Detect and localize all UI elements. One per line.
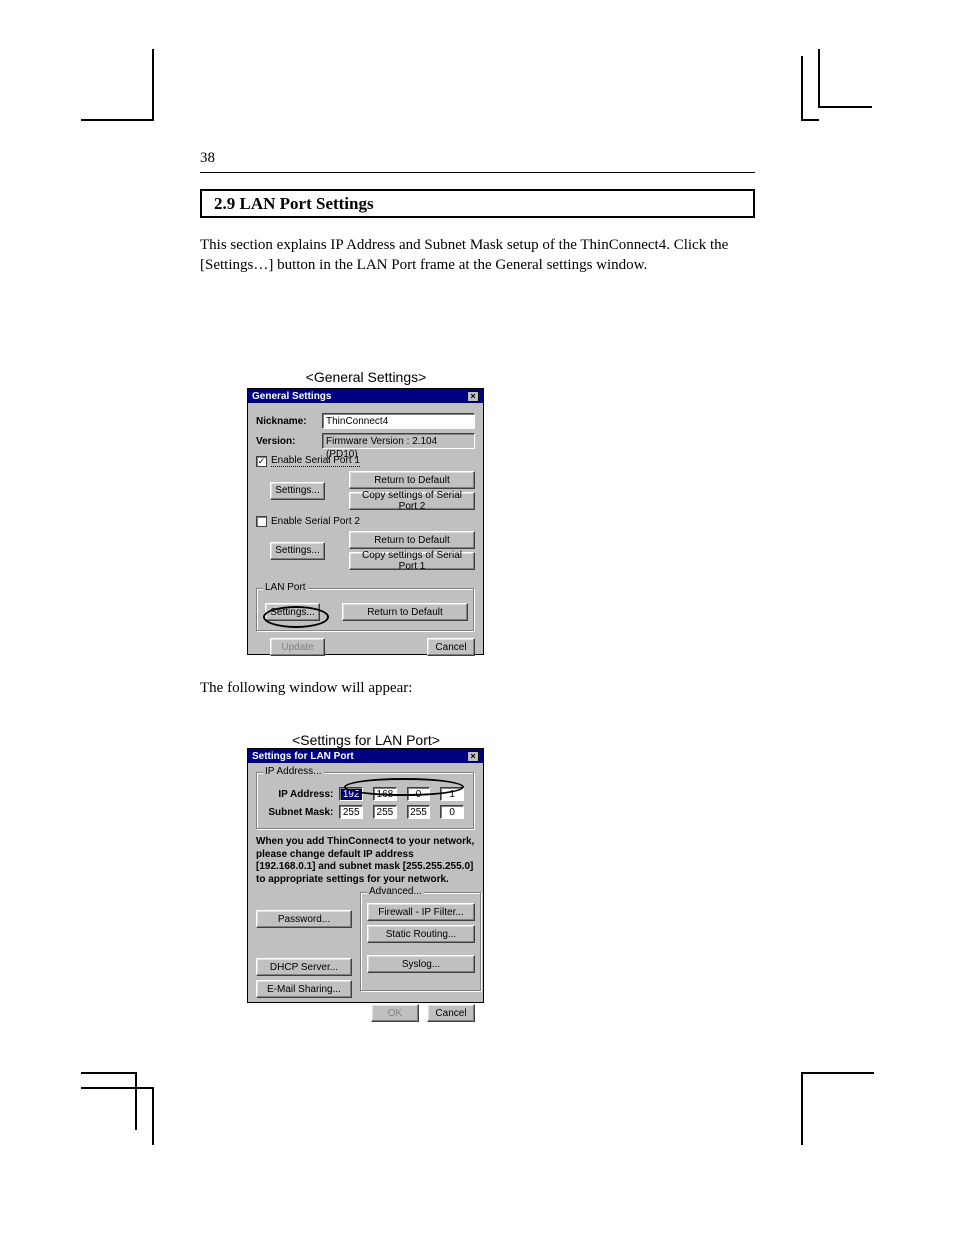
page-number: 38 [200, 150, 215, 167]
version-label: Version: [256, 436, 316, 447]
paragraph-intro: This section explains IP Address and Sub… [200, 235, 755, 276]
ip-change-note: When you add ThinConnect4 to your networ… [256, 836, 475, 886]
sp1-return-default-button[interactable]: Return to Default [349, 471, 475, 489]
lan-settings-button[interactable]: Settings... [265, 603, 320, 621]
email-sharing-button[interactable]: E-Mail Sharing... [256, 980, 352, 998]
sp2-return-default-button[interactable]: Return to Default [349, 531, 475, 549]
sp2-settings-button[interactable]: Settings... [270, 542, 325, 560]
enable-serial-port-1-checkbox[interactable]: ✓ Enable Serial Port 1 [256, 455, 360, 467]
sp2-copy-sp1-button[interactable]: Copy settings of Serial Port 1 [349, 552, 475, 570]
nickname-label: Nickname: [256, 416, 316, 427]
dhcp-server-button[interactable]: DHCP Server... [256, 958, 352, 976]
password-button[interactable]: Password... [256, 910, 352, 928]
lan-port-group-label: LAN Port [263, 582, 308, 593]
advanced-group-label: Advanced... [367, 886, 424, 897]
ip-address-group-label: IP Address... [263, 766, 324, 777]
close-icon[interactable]: × [467, 391, 479, 402]
update-button[interactable]: Update [270, 638, 325, 656]
enable-sp1-label: Enable Serial Port 1 [271, 455, 360, 467]
paragraph-followup: The following window will appear: [200, 678, 755, 698]
enable-sp2-label: Enable Serial Port 2 [271, 516, 360, 527]
dialog-title: Settings for LAN Port [252, 751, 354, 762]
lan-return-default-button[interactable]: Return to Default [342, 603, 468, 621]
firewall-button[interactable]: Firewall - IP Filter... [367, 903, 475, 921]
sp1-copy-sp2-button[interactable]: Copy settings of Serial Port 2 [349, 492, 475, 510]
ip-octet-3[interactable]: 0 [407, 787, 431, 801]
caption-lan-port: <Settings for LAN Port> [248, 732, 484, 748]
nickname-input[interactable]: ThinConnect4 [322, 413, 475, 429]
general-settings-dialog: General Settings × Nickname: ThinConnect… [247, 388, 484, 655]
syslog-button[interactable]: Syslog... [367, 955, 475, 973]
ip-octet-1[interactable]: 192 [339, 787, 363, 801]
cancel-button[interactable]: Cancel [427, 1004, 475, 1022]
subnet-mask-label: Subnet Mask: [263, 807, 333, 818]
ip-octet-2[interactable]: 168 [373, 787, 397, 801]
ip-octet-4[interactable]: 1 [440, 787, 464, 801]
close-icon[interactable]: × [467, 751, 479, 762]
mask-octet-4[interactable]: 0 [440, 805, 464, 819]
lan-port-settings-dialog: Settings for LAN Port × IP Address... IP… [247, 748, 484, 1003]
version-value: Firmware Version : 2.104 (PD10) [322, 433, 475, 449]
titlebar: Settings for LAN Port × [248, 749, 483, 763]
section-title: 2.9 LAN Port Settings [200, 189, 755, 218]
heading-rule [200, 172, 755, 173]
caption-general-settings: <General Settings> [248, 369, 484, 385]
static-routing-button[interactable]: Static Routing... [367, 925, 475, 943]
mask-octet-2[interactable]: 255 [373, 805, 397, 819]
dialog-title: General Settings [252, 391, 331, 402]
mask-octet-3[interactable]: 255 [407, 805, 431, 819]
ok-button[interactable]: OK [371, 1004, 419, 1022]
mask-octet-1[interactable]: 255 [339, 805, 363, 819]
enable-serial-port-2-checkbox[interactable]: Enable Serial Port 2 [256, 516, 360, 527]
titlebar: General Settings × [248, 389, 483, 403]
ip-address-label: IP Address: [263, 789, 333, 800]
sp1-settings-button[interactable]: Settings... [270, 482, 325, 500]
cancel-button[interactable]: Cancel [427, 638, 475, 656]
